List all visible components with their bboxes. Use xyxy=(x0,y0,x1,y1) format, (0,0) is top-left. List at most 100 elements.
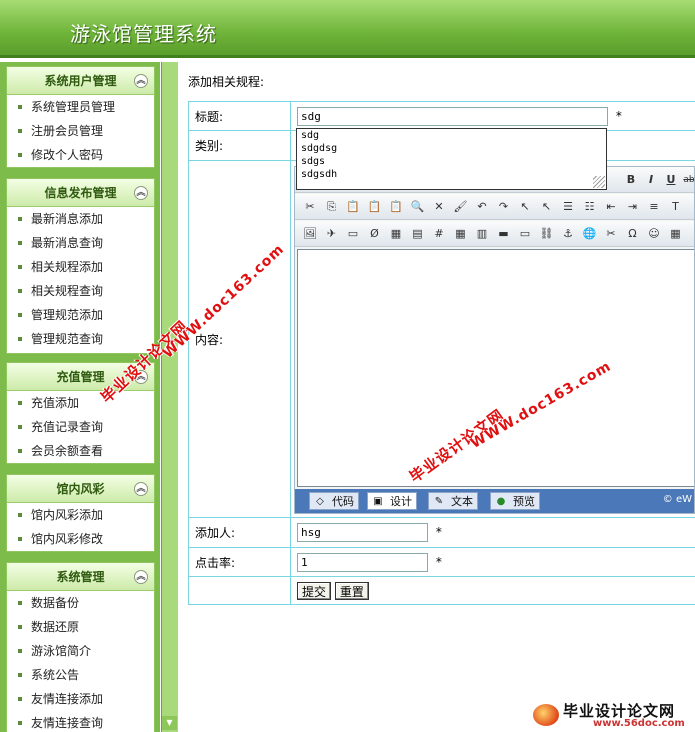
collapse-icon[interactable]: ︽ xyxy=(134,482,148,496)
code-icon: ◇ xyxy=(316,496,324,507)
adder-input[interactable] xyxy=(297,523,428,542)
menu-item-news-add[interactable]: 最新消息添加 xyxy=(7,207,154,231)
pointer-icon[interactable]: ↖ xyxy=(538,198,556,216)
autocomplete-option[interactable]: sdgdsg xyxy=(297,142,606,155)
paste-icon[interactable]: 📋 xyxy=(344,198,362,216)
menu-group-title: 馆内风彩 xyxy=(56,482,105,496)
mode-tab-code[interactable]: ◇ 代码 xyxy=(309,492,359,510)
select-icon[interactable]: ↖ xyxy=(516,198,534,216)
app-title: 游泳馆管理系统 xyxy=(70,22,217,46)
flash-icon[interactable]: ✈ xyxy=(323,225,341,243)
menu-group-header[interactable]: 馆内风彩 ︽ xyxy=(7,475,154,503)
emoticon-icon[interactable]: ☺ xyxy=(645,225,663,243)
ordered-list-icon[interactable]: ☰ xyxy=(559,198,577,216)
grid-icon[interactable]: # xyxy=(430,225,448,243)
hr-icon[interactable]: ▬ xyxy=(495,225,513,243)
title-input[interactable] xyxy=(297,106,608,126)
link-icon[interactable]: ⛓ xyxy=(538,225,556,243)
cut-icon[interactable]: ✂ xyxy=(301,198,319,216)
menu-item-backup[interactable]: 数据备份 xyxy=(7,591,154,615)
menu-group-header[interactable]: 系统管理 ︽ xyxy=(7,563,154,591)
menu-item-balance[interactable]: 会员余额查看 xyxy=(7,439,154,463)
outdent-icon[interactable]: ⇤ xyxy=(602,198,620,216)
title-cell: * xyxy=(290,101,695,131)
unordered-list-icon[interactable]: ☷ xyxy=(581,198,599,216)
mode-tab-design[interactable]: ▣ 设计 xyxy=(367,492,417,510)
clicks-input[interactable] xyxy=(297,552,428,572)
redo-icon[interactable]: ↷ xyxy=(495,198,513,216)
attachment-icon[interactable]: Ø xyxy=(366,225,384,243)
align-icon[interactable]: ≡ xyxy=(645,198,663,216)
menu-group-title: 充值管理 xyxy=(56,370,105,384)
anchor-icon[interactable]: ⚓ xyxy=(559,225,577,243)
strikethrough-button[interactable]: ab xyxy=(680,171,694,189)
field-icon[interactable]: ▭ xyxy=(516,225,534,243)
menu-item-news-query[interactable]: 最新消息查询 xyxy=(7,231,154,255)
mode-tab-label: 设计 xyxy=(390,495,412,508)
menu-group-header[interactable]: 系统用户管理 ︽ xyxy=(7,67,154,95)
special-char-icon[interactable]: Ω xyxy=(624,225,642,243)
undo-icon[interactable]: ↶ xyxy=(473,198,491,216)
autocomplete-option[interactable]: sdgs xyxy=(297,155,606,168)
site-logo-badge: 毕业设计论文网 www.56doc.com xyxy=(533,700,695,732)
collapse-icon[interactable]: ︽ xyxy=(134,74,148,88)
menu-item-link-add[interactable]: 友情连接添加 xyxy=(7,687,154,711)
menu-group-title: 系统用户管理 xyxy=(44,74,117,88)
editor-toolbar-row-3: 🖼 ✈ ▭ Ø ▦ ▤ # ▦ ▥ ▬ ▭ ⛓ ⚓ 🌐 ✂ Ω ☺ ▦ xyxy=(295,221,694,247)
menu-item-link-query[interactable]: 友情连接查询 xyxy=(7,711,154,732)
menu-item-intro[interactable]: 游泳馆简介 xyxy=(7,639,154,663)
scroll-down-icon[interactable]: ▼ xyxy=(162,716,177,730)
menu-group-header[interactable]: 信息发布管理 ︽ xyxy=(7,179,154,207)
resize-grip-icon[interactable] xyxy=(593,176,605,188)
format-brush-icon[interactable]: 🖌 xyxy=(452,198,470,216)
actions-cell: 提交 重置 xyxy=(290,576,695,605)
mode-tab-label: 预览 xyxy=(513,495,535,508)
layer-icon[interactable]: ▥ xyxy=(473,225,491,243)
sidebar-scrollbar[interactable] xyxy=(161,62,178,732)
underline-button[interactable]: U xyxy=(662,171,680,189)
media-icon[interactable]: ▭ xyxy=(344,225,362,243)
menu-item-password[interactable]: 修改个人密码 xyxy=(7,143,154,167)
copy-icon[interactable]: ⎘ xyxy=(323,198,341,216)
mode-tab-text[interactable]: ✎ 文本 xyxy=(428,492,478,510)
collapse-icon[interactable]: ︽ xyxy=(134,570,148,584)
web-icon[interactable]: 🌐 xyxy=(581,225,599,243)
menu-item-rules-query[interactable]: 相关规程查询 xyxy=(7,279,154,303)
menu-item-members[interactable]: 注册会员管理 xyxy=(7,119,154,143)
indent-icon[interactable]: ⇥ xyxy=(624,198,642,216)
collapse-icon[interactable]: ︽ xyxy=(134,186,148,200)
table-props-icon[interactable]: ▦ xyxy=(452,225,470,243)
unlink-icon[interactable]: ✂ xyxy=(602,225,620,243)
menu-item-admin[interactable]: 系统管理员管理 xyxy=(7,95,154,119)
menu-item-recharge-add[interactable]: 充值添加 xyxy=(7,391,154,415)
more-icon[interactable]: ▦ xyxy=(667,225,685,243)
menu-item-norms-query[interactable]: 管理规范查询 xyxy=(7,327,154,351)
menu-item-gallery-add[interactable]: 馆内风彩添加 xyxy=(7,503,154,527)
mode-tab-label: 代码 xyxy=(332,495,354,508)
reset-button[interactable]: 重置 xyxy=(334,581,369,600)
menu-item-rules-add[interactable]: 相关规程添加 xyxy=(7,255,154,279)
paste-text-icon[interactable]: 📋 xyxy=(366,198,384,216)
adder-cell: * xyxy=(290,517,695,548)
menu-item-restore[interactable]: 数据还原 xyxy=(7,615,154,639)
menu-item-norms-add[interactable]: 管理规范添加 xyxy=(7,303,154,327)
italic-button[interactable]: I xyxy=(642,171,660,189)
mode-tab-preview[interactable]: ● 预览 xyxy=(490,492,540,510)
find-icon[interactable]: 🔍 xyxy=(409,198,427,216)
submit-button[interactable]: 提交 xyxy=(297,581,332,600)
form-icon[interactable]: ▤ xyxy=(409,225,427,243)
section-title: 添加相关规程: xyxy=(188,75,265,89)
paste-word-icon[interactable]: 📋 xyxy=(387,198,405,216)
autocomplete-option[interactable]: sdg xyxy=(297,129,606,142)
table-icon[interactable]: ▦ xyxy=(387,225,405,243)
menu-item-recharge-query[interactable]: 充值记录查询 xyxy=(7,415,154,439)
editor-content-area[interactable] xyxy=(297,249,694,487)
image-icon[interactable]: 🖼 xyxy=(301,225,319,243)
menu-item-notice[interactable]: 系统公告 xyxy=(7,663,154,687)
delete-icon[interactable]: ✕ xyxy=(430,198,448,216)
bold-button[interactable]: B xyxy=(622,171,640,189)
autocomplete-option[interactable]: sdgsdh xyxy=(297,168,606,181)
text-style-icon[interactable]: T xyxy=(667,198,685,216)
rich-text-editor: B I U ab ✂ ⎘ 📋 📋 📋 🔍 ✕ 🖌 ↶ ↷ ↖ ↖ ☰ ☷ ⇤ ⇥ ≡ T 🖼 ✈ ▭ Ø ▦ ▤ # ▦ ▥ ▬ ▭ ⛓… xyxy=(294,166,695,514)
menu-item-gallery-edit[interactable]: 馆内风彩修改 xyxy=(7,527,154,551)
